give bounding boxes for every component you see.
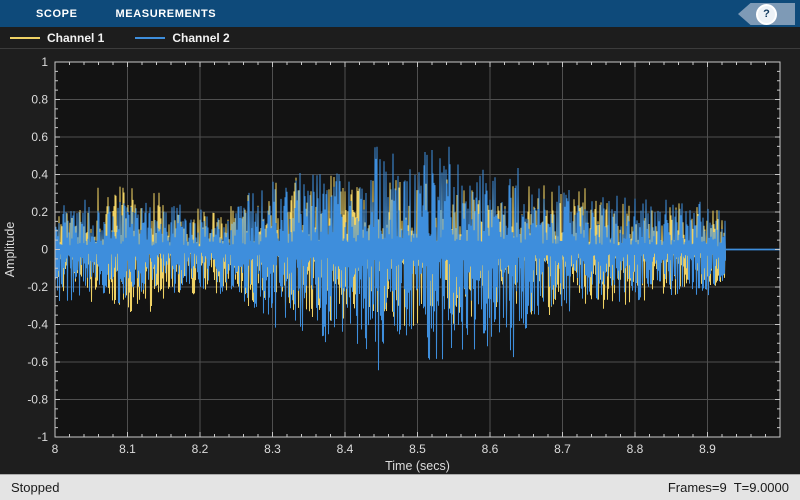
status-bar: Stopped Frames=9 T=9.0000 <box>0 474 800 500</box>
legend: Channel 1 Channel 2 <box>0 27 800 49</box>
channel-2-color-swatch <box>135 36 166 39</box>
y-axis-label: Amplitude <box>3 222 17 278</box>
channel-2-label: Channel 2 <box>172 30 230 45</box>
y-tick-label: 0 <box>41 243 48 257</box>
x-tick-label: 8.4 <box>337 442 354 456</box>
x-tick-label: 8.6 <box>482 442 499 456</box>
y-tick-label: 0.2 <box>31 205 48 219</box>
tab-measurements[interactable]: MEASUREMENTS <box>97 0 236 27</box>
tab-bar: SCOPE MEASUREMENTS ? <box>0 0 800 27</box>
status-frames-time: Frames=9 T=9.0000 <box>667 480 789 495</box>
x-tick-label: 8.7 <box>554 442 571 456</box>
help-icon[interactable]: ? <box>756 3 777 25</box>
x-tick-label: 8 <box>52 442 59 456</box>
waveform-plot[interactable]: 8 8.1 8.2 8.3 8.4 8.5 8.6 8.7 8.8 8.9 -1 -0.8 -0.6 -0… <box>0 49 800 474</box>
x-tick-label: 8.8 <box>627 442 644 456</box>
channel-1-label: Channel 1 <box>47 30 105 45</box>
time-scope-window: SCOPE MEASUREMENTS ? Channel 1 Channel 2… <box>0 0 800 500</box>
y-tick-label: 0.8 <box>31 93 48 107</box>
help-banner: ? <box>738 3 795 25</box>
channel-1-color-swatch <box>10 36 40 39</box>
legend-item-channel-1[interactable]: Channel 1 <box>10 31 104 45</box>
y-tick-label: -1 <box>37 430 48 444</box>
y-tick-label: -0.4 <box>27 318 48 332</box>
x-tick-label: 8.1 <box>119 442 136 456</box>
status-playback-state: Stopped <box>11 480 60 495</box>
x-tick-label: 8.3 <box>264 442 281 456</box>
y-tick-label: -0.2 <box>27 280 48 294</box>
x-tick-label: 8.5 <box>409 442 426 456</box>
legend-item-channel-2[interactable]: Channel 2 <box>135 30 230 45</box>
x-axis-label: Time (secs) <box>385 459 450 473</box>
x-tick-label: 8.9 <box>699 442 716 456</box>
tab-scope[interactable]: SCOPE <box>17 0 97 27</box>
y-tick-label: 1 <box>41 55 48 69</box>
y-tick-label: -0.6 <box>27 355 48 369</box>
chart-region: 8 8.1 8.2 8.3 8.4 8.5 8.6 8.7 8.8 8.9 -1 -0.8 -0.6 -0… <box>0 49 800 474</box>
y-tick-label: 0.4 <box>31 168 48 182</box>
y-tick-label: -0.8 <box>27 393 48 407</box>
x-tick-label: 8.2 <box>192 442 209 456</box>
y-tick-label: 0.6 <box>31 130 48 144</box>
